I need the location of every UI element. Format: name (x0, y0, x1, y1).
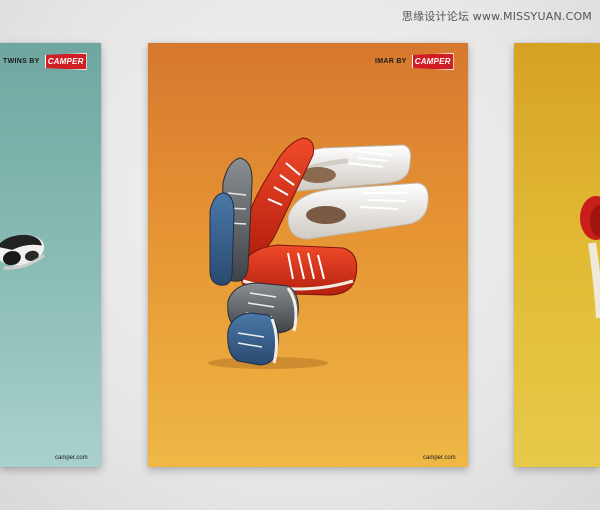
shoe-illustration (580, 196, 600, 319)
shoe-illustration (0, 234, 45, 270)
website-url: camper.com (423, 455, 456, 461)
poster-imar: IMAR BY CAMPER camper.com (148, 43, 468, 467)
poster-right-cropped (514, 43, 600, 467)
website-url: camper.com (55, 455, 88, 461)
poster-twins: TWINS BY CAMPER camper.com (0, 43, 101, 467)
shoe-arrangement-illustration (208, 137, 429, 369)
watermark-text: 思缘设计论坛 www.MISSYUAN.COM (401, 10, 592, 23)
